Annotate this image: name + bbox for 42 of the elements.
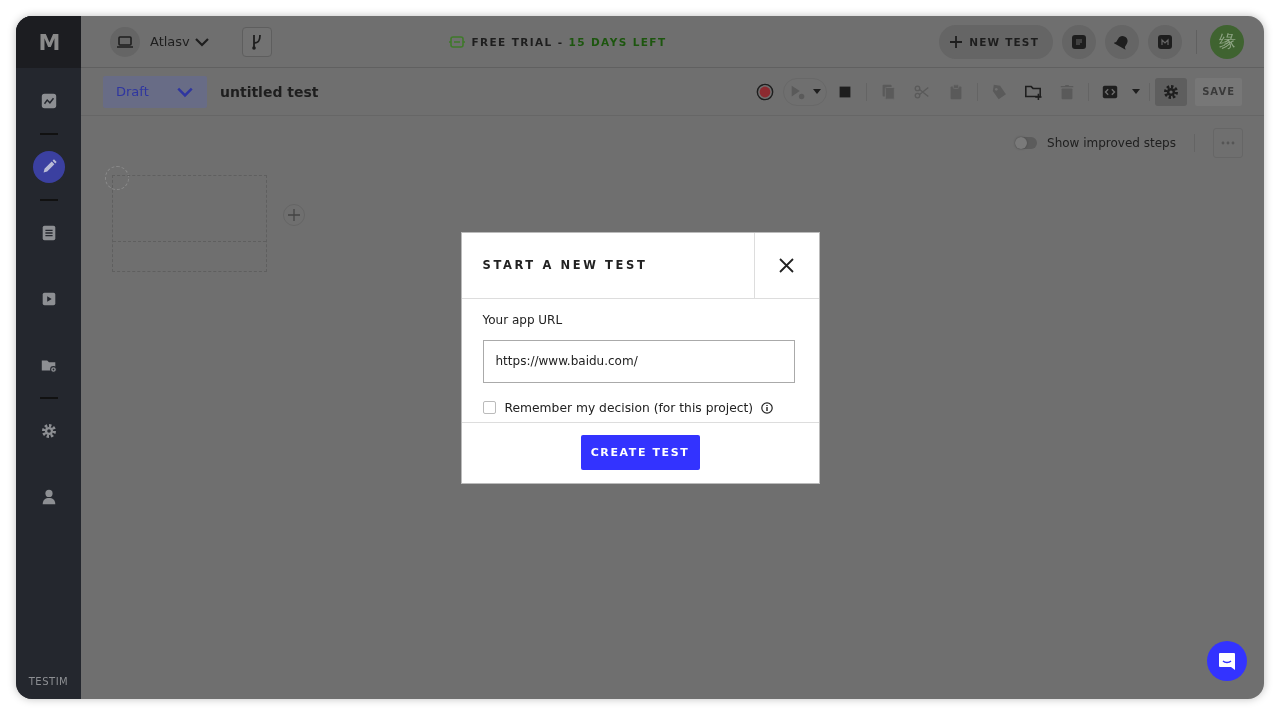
field-label: Your app URL: [482, 312, 564, 327]
branch-button[interactable]: [241, 26, 272, 57]
settings-button[interactable]: [1155, 77, 1188, 106]
user-avatar[interactable]: 缘: [1210, 24, 1244, 59]
chat-button[interactable]: [1207, 641, 1247, 681]
caret-icon: [813, 89, 822, 94]
create-test-button[interactable]: CREATE TEST: [580, 435, 700, 470]
logo[interactable]: M: [16, 16, 81, 68]
trial-label: FREE TRIAL -: [471, 35, 564, 48]
plus-icon: [288, 209, 300, 221]
checkbox[interactable]: [482, 401, 496, 414]
toggle-switch[interactable]: [1015, 137, 1037, 149]
notifications-button[interactable]: [1105, 24, 1139, 59]
status-dropdown[interactable]: Draft: [103, 75, 207, 108]
laptop-icon: [117, 34, 133, 49]
chart-icon: [39, 92, 58, 110]
toggle-label: Show improved steps: [1047, 136, 1176, 150]
branch-icon: [250, 33, 263, 50]
dialog-title: START A NEW TEST: [481, 257, 649, 274]
record-icon: [756, 82, 775, 101]
info-icon: [761, 401, 774, 414]
square-icon: [1158, 34, 1172, 49]
docs-button[interactable]: [1062, 24, 1096, 59]
brand-label: TESTIM: [27, 676, 70, 689]
apps-button[interactable]: [1148, 24, 1182, 59]
test-title: untitled test: [220, 83, 319, 100]
device-button[interactable]: [110, 26, 140, 57]
sidebar-item[interactable]: [32, 151, 65, 183]
bell-icon: [1114, 33, 1130, 50]
url-input-field[interactable]: https://www.baidu.com/: [482, 339, 795, 383]
plus-icon: [949, 34, 964, 49]
chat-icon: [1217, 651, 1237, 671]
close-icon: [779, 257, 794, 273]
chevron-down-icon: [193, 36, 210, 47]
gear-icon: [39, 422, 58, 440]
project-dropdown[interactable]: Atlasv: [150, 34, 210, 49]
trial-days: 15 DAYS LEFT: [568, 35, 667, 48]
new-test-button[interactable]: NEW TEST: [939, 24, 1053, 59]
settings-icon: [1162, 82, 1181, 101]
document-icon: [1072, 34, 1086, 49]
caret-icon: [1132, 89, 1141, 94]
checkbox-label: Remember my decision (for this project): [504, 400, 754, 415]
